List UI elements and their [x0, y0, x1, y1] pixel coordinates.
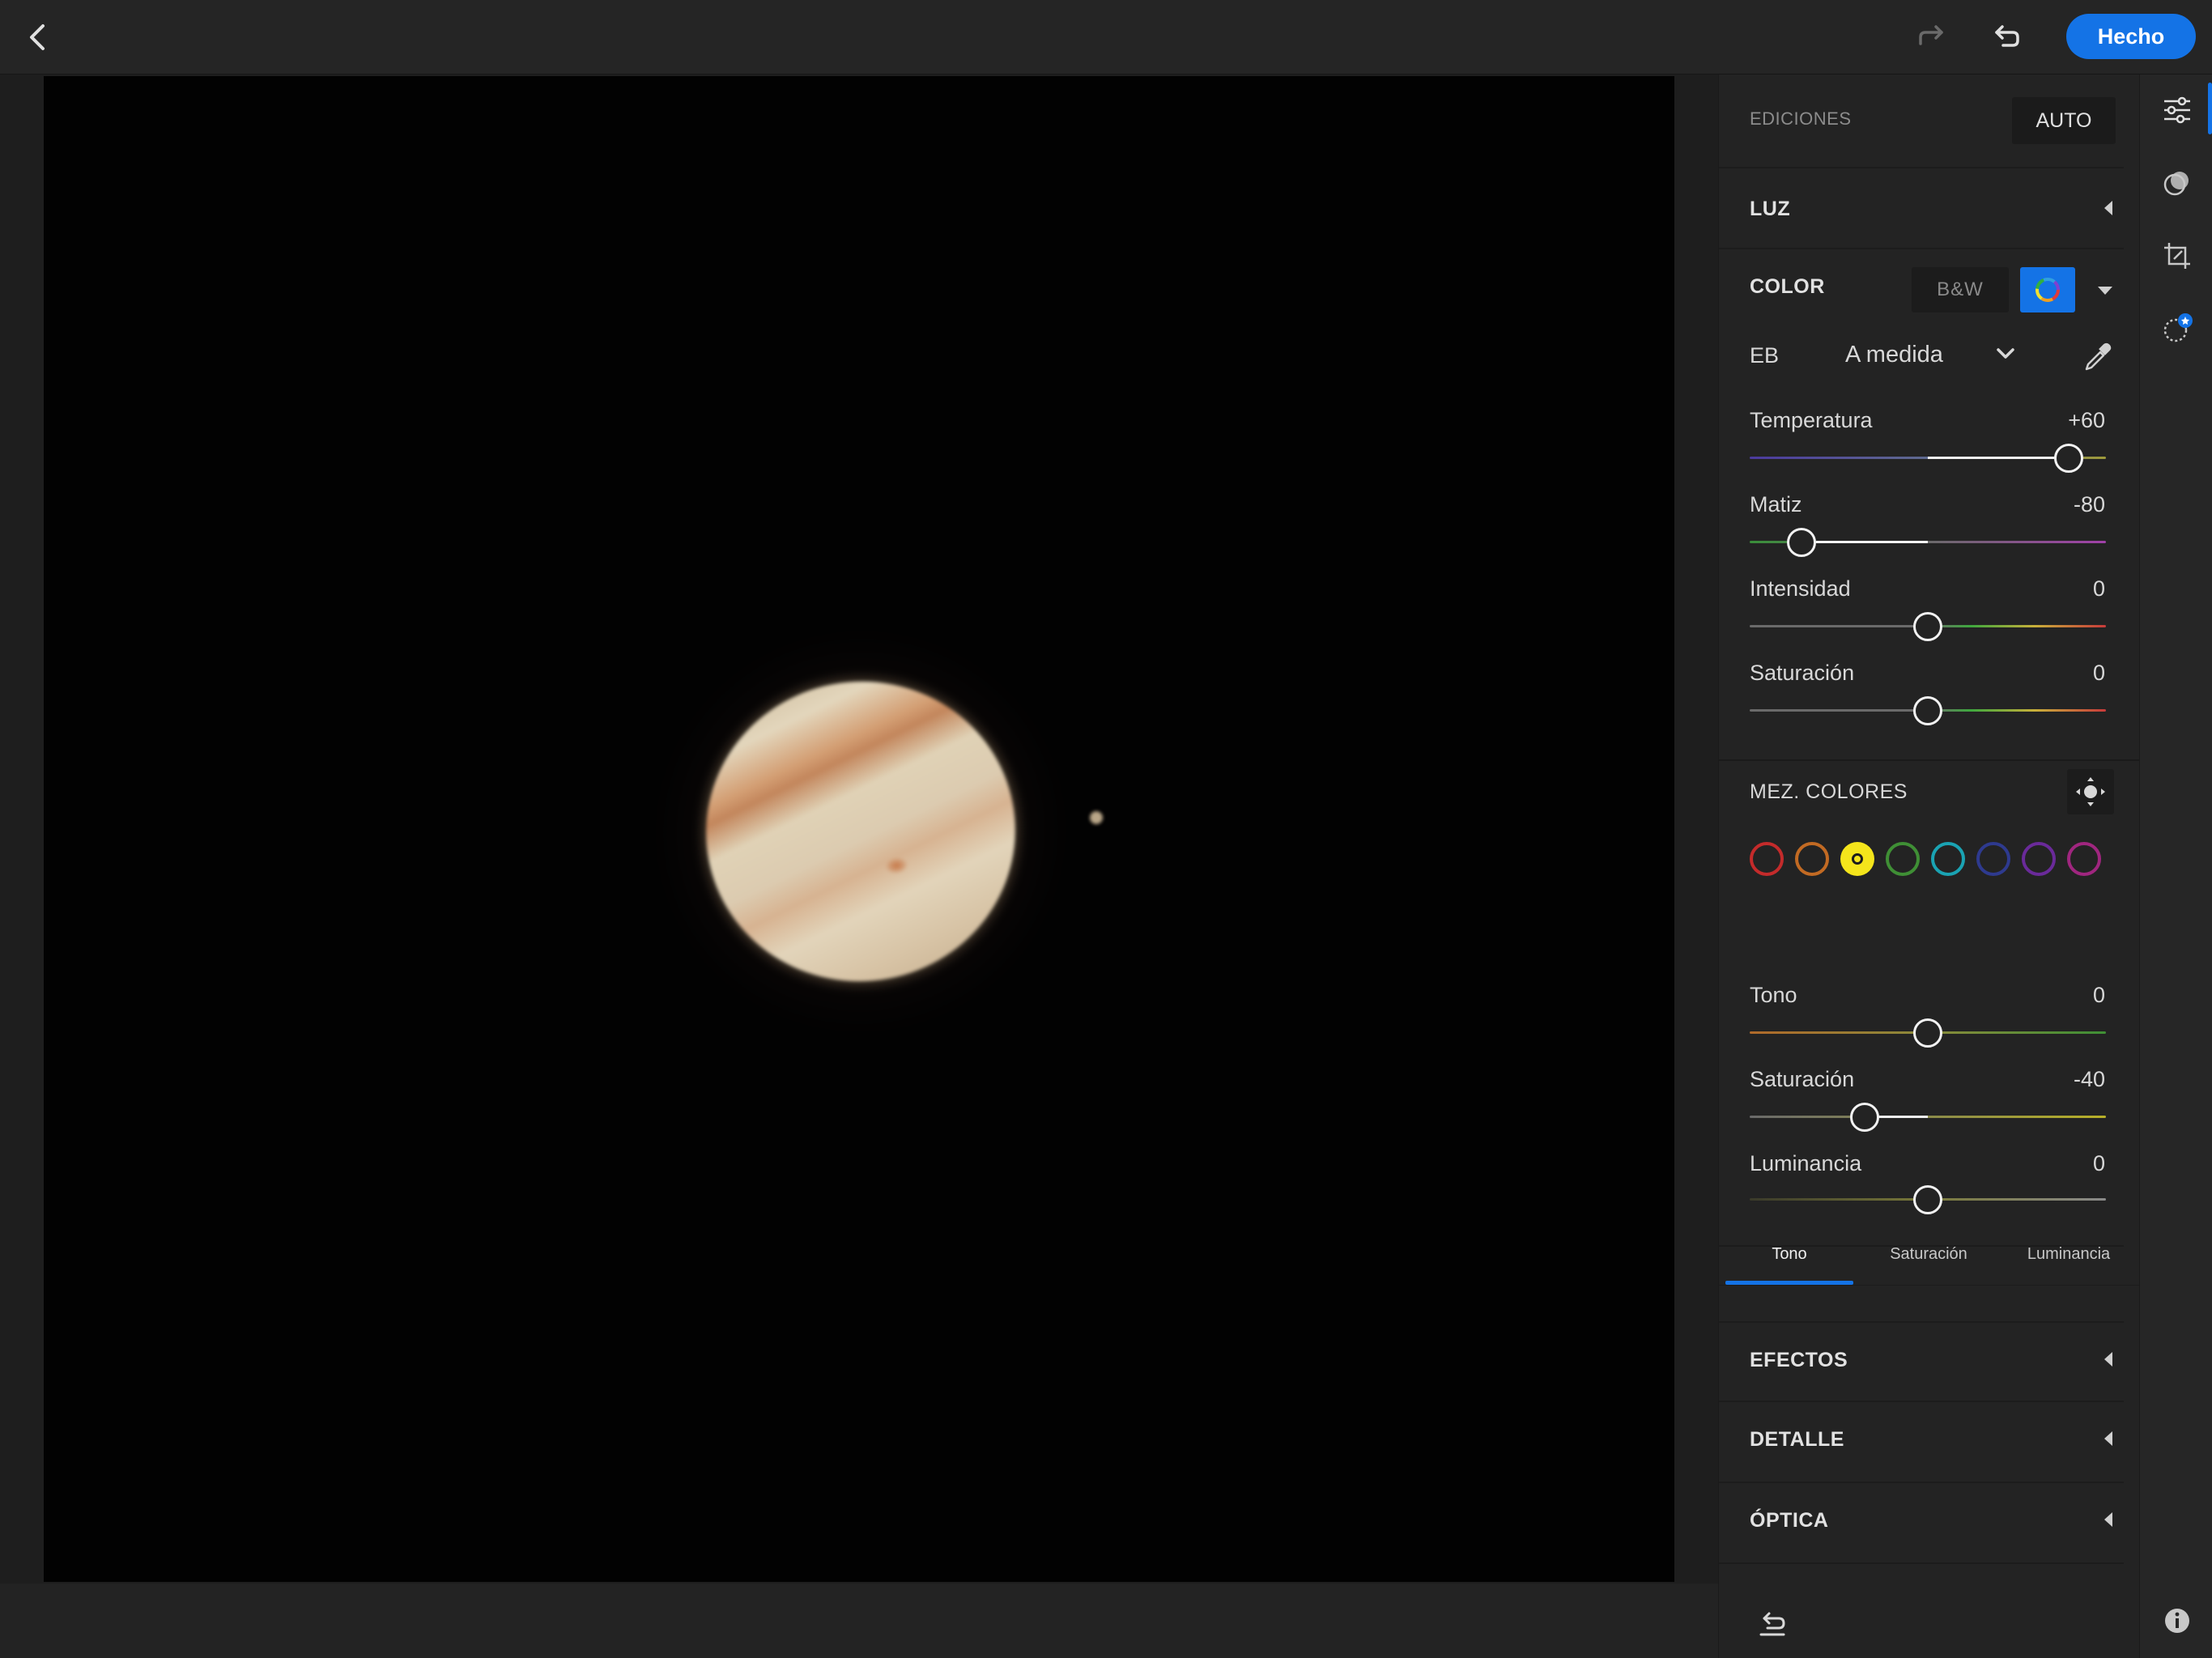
- presets-icon: [2163, 172, 2189, 196]
- color-mode-button[interactable]: [2020, 267, 2075, 312]
- auto-button[interactable]: AUTO: [2012, 97, 2116, 144]
- edit-tool-button[interactable]: [2155, 87, 2200, 133]
- swatch-magenta[interactable]: [2067, 842, 2101, 876]
- swatch-yellow[interactable]: [1840, 842, 1874, 876]
- redo-icon: [1919, 25, 1943, 45]
- expand-arrow-icon[interactable]: [2098, 287, 2112, 295]
- vibrance-label: Intensidad: [1750, 576, 1851, 601]
- redo-button[interactable]: [1906, 11, 1958, 63]
- bw-button[interactable]: B&W: [1912, 267, 2009, 312]
- luminance-value: 0: [2092, 1151, 2105, 1175]
- mixer-saturation-label: Saturación: [1750, 1067, 1855, 1091]
- targeted-adjustment-button[interactable]: [2067, 769, 2114, 814]
- top-toolbar: Hecho: [0, 0, 2212, 74]
- luminance-knob[interactable]: [1913, 1185, 1942, 1214]
- target-adjust-icon: [2076, 777, 2105, 806]
- temperature-fill: [1928, 457, 2065, 459]
- luminance-label: Luminancia: [1750, 1151, 1862, 1175]
- photo-preview[interactable]: [44, 76, 1674, 1582]
- vibrance-knob[interactable]: [1913, 612, 1942, 641]
- mixer-saturation-value: -40: [2073, 1067, 2105, 1091]
- mixer-saturation-knob[interactable]: [1850, 1103, 1879, 1132]
- reset-icon: [1759, 1612, 1785, 1636]
- white-balance-dropdown[interactable]: A medida: [1845, 342, 1943, 368]
- chevron-left-icon: [30, 24, 45, 50]
- temperature-knob[interactable]: [2054, 444, 2083, 473]
- active-tool-indicator: [2208, 83, 2212, 134]
- spacer: [1719, 1245, 2124, 1247]
- crop-tool-button[interactable]: [2155, 233, 2200, 278]
- info-button[interactable]: [2159, 1603, 2195, 1639]
- tool-strip: [2139, 74, 2212, 1658]
- swatch-green[interactable]: [1886, 842, 1920, 876]
- divider: [1719, 1285, 2140, 1286]
- saturation-knob[interactable]: [1913, 696, 1942, 725]
- healing-tool-button[interactable]: [2155, 306, 2200, 351]
- tab-luminancia[interactable]: Luminancia: [2004, 1245, 2133, 1264]
- swatch-purple[interactable]: [2022, 842, 2056, 876]
- undo-icon: [1995, 25, 2019, 47]
- color-wheel-icon: [2035, 278, 2060, 302]
- section-title: EFECTOS: [1750, 1349, 1848, 1371]
- canvas-area: [0, 74, 1718, 1584]
- mixer-saturation-slider[interactable]: [1750, 1116, 2106, 1118]
- color-mixer-title: MEZ. COLORES: [1750, 780, 1908, 803]
- saturation-value: 0: [2092, 661, 2105, 685]
- hue-label: Tono: [1750, 983, 1797, 1007]
- ediciones-label: EDICIONES: [1750, 108, 1852, 129]
- white-balance-label: EB: [1750, 343, 1780, 368]
- temperature-label: Temperatura: [1750, 408, 1873, 432]
- back-button[interactable]: [11, 11, 63, 63]
- filmstrip-bar: [0, 1584, 1718, 1658]
- tint-knob[interactable]: [1787, 528, 1816, 557]
- swatch-red[interactable]: [1750, 842, 1784, 876]
- sliders-icon: [2164, 96, 2190, 124]
- moon: [1090, 811, 1103, 824]
- tab-saturacion[interactable]: Saturación: [1865, 1245, 1993, 1264]
- temperature-value: +60: [2068, 408, 2105, 432]
- edit-panel: EDICIONES AUTO LUZ COLOR B&W EB A medida…: [1718, 74, 2140, 1658]
- swatch-aqua[interactable]: [1931, 842, 1965, 876]
- collapse-arrow-icon: [2104, 1352, 2112, 1367]
- hue-knob[interactable]: [1913, 1018, 1942, 1048]
- done-button[interactable]: Hecho: [2066, 14, 2196, 59]
- collapse-arrow-icon: [2104, 1431, 2112, 1446]
- section-title-color: COLOR: [1750, 275, 1825, 298]
- section-title: DETALLE: [1750, 1428, 1844, 1451]
- tab-tono[interactable]: Tono: [1725, 1245, 1853, 1264]
- crop-icon: [2164, 243, 2190, 269]
- tint-label: Matiz: [1750, 492, 1802, 517]
- swatch-orange[interactable]: [1795, 842, 1829, 876]
- undo-button[interactable]: [1980, 11, 2032, 63]
- ediciones-header: EDICIONES AUTO: [1719, 74, 2124, 168]
- swatch-blue[interactable]: [1976, 842, 2010, 876]
- collapse-arrow-icon: [2104, 201, 2112, 215]
- info-icon: [2165, 1609, 2189, 1633]
- reset-button[interactable]: [1751, 1603, 1793, 1645]
- healing-brush-icon: [2163, 313, 2193, 342]
- eyedropper-icon[interactable]: [2080, 342, 2112, 374]
- mixer-tabs: Tono Saturación Luminancia: [1725, 1235, 2140, 1284]
- section-detalle[interactable]: DETALLE: [1719, 1402, 2124, 1483]
- section-title: ÓPTICA: [1750, 1509, 1829, 1532]
- section-title: LUZ: [1750, 198, 1791, 220]
- chevron-down-icon[interactable]: [1994, 345, 2017, 363]
- presets-tool-button[interactable]: [2155, 160, 2200, 206]
- tint-fill: [1816, 541, 1928, 543]
- section-efectos[interactable]: EFECTOS: [1719, 1321, 2124, 1402]
- section-optica[interactable]: ÓPTICA: [1719, 1483, 2124, 1564]
- collapse-arrow-icon: [2104, 1512, 2112, 1527]
- saturation-label: Saturación: [1750, 661, 1855, 685]
- hue-value: 0: [2092, 983, 2105, 1007]
- section-luz[interactable]: LUZ: [1719, 168, 2124, 249]
- divider: [1719, 759, 2140, 761]
- vibrance-value: 0: [2092, 576, 2105, 601]
- jupiter-planet: [687, 661, 1035, 1001]
- tint-value: -80: [2073, 492, 2105, 517]
